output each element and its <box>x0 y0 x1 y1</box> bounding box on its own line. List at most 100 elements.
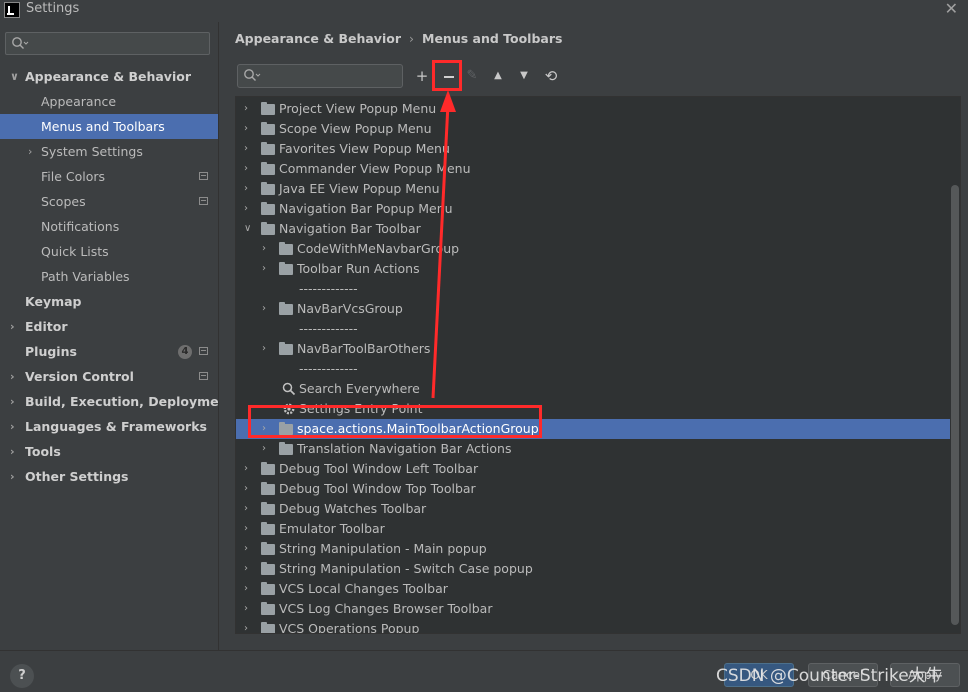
tree-item[interactable]: › CodeWithMeNavbarGroup <box>236 239 960 259</box>
tree-item[interactable]: ∨ Navigation Bar Toolbar <box>236 219 960 239</box>
folder-icon <box>279 442 293 455</box>
chevron-right-icon[interactable]: › <box>244 539 248 559</box>
chevron-right-icon[interactable]: › <box>244 519 248 539</box>
project-level-icon <box>199 197 208 205</box>
add-action-button[interactable]: + <box>411 64 433 88</box>
sidebar-item-plugins[interactable]: Plugins 4 <box>0 339 218 364</box>
chevron-right-icon[interactable]: › <box>244 99 248 119</box>
tree-item[interactable]: ------------- <box>236 279 960 299</box>
breadcrumb: Appearance & Behavior › Menus and Toolbars <box>235 31 562 46</box>
tree-item-label: String Manipulation - Switch Case popup <box>279 561 533 576</box>
csdn-watermark: CSDN @Counter-Strike大牛 <box>716 666 943 686</box>
sidebar-item-build-execution-deployment[interactable]: › Build, Execution, Deployment <box>0 389 233 414</box>
sidebar-item-version-control[interactable]: › Version Control <box>0 364 218 389</box>
tree-item-label: VCS Local Changes Toolbar <box>279 581 448 596</box>
tree-item[interactable]: › String Manipulation - Switch Case popup <box>236 559 960 579</box>
tree-item[interactable]: › NavBarVcsGroup <box>236 299 960 319</box>
remove-action-button[interactable] <box>436 64 458 88</box>
tree-item[interactable]: › Favorites View Popup Menu <box>236 139 960 159</box>
tree-item[interactable]: › Emulator Toolbar <box>236 519 960 539</box>
sidebar-item-system-settings[interactable]: › System Settings <box>0 139 218 164</box>
tree-item[interactable]: › Navigation Bar Popup Menu <box>236 199 960 219</box>
tree-item-label: Debug Watches Toolbar <box>279 501 427 516</box>
tree-item[interactable]: ------------- <box>236 359 960 379</box>
close-icon[interactable]: ✕ <box>945 0 958 18</box>
tree-item[interactable]: › Translation Navigation Bar Actions <box>236 439 960 459</box>
sidebar-item-quick-lists[interactable]: Quick Lists <box>0 239 218 264</box>
tree-item[interactable]: › VCS Operations Popup <box>236 619 960 634</box>
sidebar-item-label: Menus and Toolbars <box>41 119 165 134</box>
sidebar-item-menus-and-toolbars[interactable]: Menus and Toolbars <box>0 114 218 139</box>
move-down-button[interactable]: ▼ <box>513 64 535 88</box>
tree-item[interactable]: › VCS Log Changes Browser Toolbar <box>236 599 960 619</box>
chevron-right-icon[interactable]: › <box>244 579 248 599</box>
tree-item-label: VCS Operations Popup <box>279 621 420 634</box>
tree-item[interactable]: › Toolbar Run Actions <box>236 259 960 279</box>
chevron-right-icon[interactable]: › <box>262 239 266 259</box>
tree-scrollbar[interactable] <box>950 97 960 633</box>
tree-item[interactable]: › String Manipulation - Main popup <box>236 539 960 559</box>
chevron-right-icon[interactable]: › <box>244 159 248 179</box>
sidebar-item-editor[interactable]: › Editor <box>0 314 218 339</box>
sidebar-item-scopes[interactable]: Scopes <box>0 189 218 214</box>
sidebar-item-appearance-behavior[interactable]: ∨ Appearance & Behavior <box>0 64 218 89</box>
chevron-right-icon[interactable]: › <box>244 179 248 199</box>
chevron-right-icon[interactable]: › <box>262 339 266 359</box>
tree-item[interactable]: ------------- <box>236 319 960 339</box>
folder-icon <box>261 202 275 215</box>
sidebar-item-path-variables[interactable]: Path Variables <box>0 264 218 289</box>
chevron-right-icon[interactable]: › <box>244 199 248 219</box>
tree-item[interactable]: › Scope View Popup Menu <box>236 119 960 139</box>
chevron-down-icon[interactable]: ∨ <box>244 219 251 239</box>
chevron-right-icon[interactable]: › <box>244 559 248 579</box>
tree-item[interactable]: › Project View Popup Menu <box>236 99 960 119</box>
tree-item[interactable]: › Debug Tool Window Top Toolbar <box>236 479 960 499</box>
sidebar-item-label: Scopes <box>41 194 86 209</box>
sidebar-item-languages-frameworks[interactable]: › Languages & Frameworks <box>0 414 218 439</box>
chevron-right-icon[interactable]: › <box>262 439 266 459</box>
chevron-right-icon[interactable]: › <box>244 139 248 159</box>
edit-icon-button[interactable]: ✎ <box>461 64 483 88</box>
move-up-button[interactable]: ▲ <box>487 64 509 88</box>
chevron-down-icon: ∨ <box>10 70 19 83</box>
plugin-updates-badge: 4 <box>178 345 192 359</box>
sidebar-item-notifications[interactable]: Notifications <box>0 214 218 239</box>
sidebar-item-label: Version Control <box>25 369 134 384</box>
chevron-right-icon: › <box>10 470 15 483</box>
chevron-right-icon[interactable]: › <box>244 479 248 499</box>
plus-icon: + <box>415 67 429 85</box>
tree-item[interactable]: › Java EE View Popup Menu <box>236 179 960 199</box>
chevron-right-icon[interactable]: › <box>244 459 248 479</box>
chevron-right-icon[interactable]: › <box>244 119 248 139</box>
chevron-right-icon[interactable]: › <box>244 499 248 519</box>
tree-item[interactable]: › Debug Watches Toolbar <box>236 499 960 519</box>
tree-separator: ------------- <box>299 281 358 296</box>
sidebar-item-appearance[interactable]: Appearance <box>0 89 218 114</box>
tree-item[interactable]: › NavBarToolBarOthers <box>236 339 960 359</box>
tree-item-label: NavBarVcsGroup <box>297 301 403 316</box>
sidebar-item-other-settings[interactable]: › Other Settings <box>0 464 218 489</box>
chevron-right-icon[interactable]: › <box>244 599 248 619</box>
sidebar-item-tools[interactable]: › Tools <box>0 439 218 464</box>
chevron-right-icon[interactable]: › <box>244 619 248 633</box>
breadcrumb-parent[interactable]: Appearance & Behavior <box>235 31 401 46</box>
folder-icon <box>279 242 293 255</box>
tree-item-label: Navigation Bar Toolbar <box>279 221 421 236</box>
help-button[interactable]: ? <box>10 664 34 688</box>
sidebar-item-keymap[interactable]: Keymap <box>0 289 218 314</box>
tree-item[interactable]: › VCS Local Changes Toolbar <box>236 579 960 599</box>
folder-icon <box>261 582 275 595</box>
sidebar-search-input[interactable] <box>5 32 210 55</box>
chevron-right-icon: › <box>28 145 33 158</box>
tree-scrollbar-thumb[interactable] <box>951 185 959 625</box>
tree-item[interactable]: Search Everywhere <box>236 379 960 399</box>
sidebar-item-file-colors[interactable]: File Colors <box>0 164 218 189</box>
folder-icon <box>261 182 275 195</box>
chevron-right-icon[interactable]: › <box>262 259 266 279</box>
chevron-right-icon[interactable]: › <box>262 299 266 319</box>
tree-item[interactable]: › Debug Tool Window Left Toolbar <box>236 459 960 479</box>
actions-tree[interactable]: › VCS Operations Popup › VCS Log Changes Br… <box>235 96 961 634</box>
actions-search-input[interactable] <box>237 64 403 88</box>
restore-defaults-button[interactable]: ⟲ <box>540 64 562 88</box>
tree-item[interactable]: › Commander View Popup Menu <box>236 159 960 179</box>
